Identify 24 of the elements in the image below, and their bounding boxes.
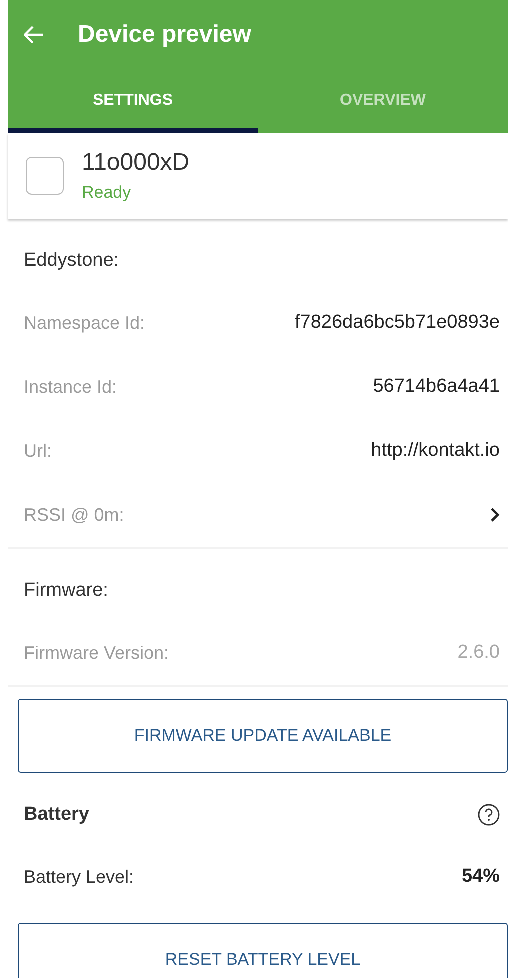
field-label: Namespace Id: bbox=[24, 312, 146, 334]
field-value: f7826da6bc5b71e0893e bbox=[295, 312, 500, 334]
field-value: http://kontakt.io bbox=[371, 440, 500, 462]
device-icon bbox=[26, 157, 64, 195]
field-value: 56714b6a4a41 bbox=[373, 376, 500, 398]
field-label: Instance Id: bbox=[24, 376, 118, 398]
screen-title: Device preview bbox=[78, 21, 252, 49]
back-arrow-icon bbox=[24, 26, 44, 44]
field-label: Firmware Version: bbox=[24, 642, 170, 664]
chevron-right-icon[interactable] bbox=[490, 507, 500, 523]
field-value: 54% bbox=[462, 866, 500, 888]
section-heading: Firmware: bbox=[24, 580, 108, 602]
section-heading: Battery bbox=[24, 804, 90, 826]
field-label: RSSI @ 0m: bbox=[24, 504, 124, 526]
section-heading: Eddystone: bbox=[24, 250, 120, 272]
help-icon[interactable] bbox=[478, 804, 500, 826]
back-button[interactable] bbox=[24, 26, 44, 44]
outline-button[interactable]: RESET BATTERY LEVEL bbox=[18, 923, 508, 978]
field-value: 2.6.0 bbox=[458, 642, 500, 664]
device-status: Ready bbox=[82, 183, 132, 203]
field-label: Url: bbox=[24, 440, 52, 462]
outline-button[interactable]: FIRMWARE UPDATE AVAILABLE bbox=[18, 699, 508, 773]
device-name: 11o000xD bbox=[82, 149, 190, 177]
field-label: Battery Level: bbox=[24, 866, 134, 888]
